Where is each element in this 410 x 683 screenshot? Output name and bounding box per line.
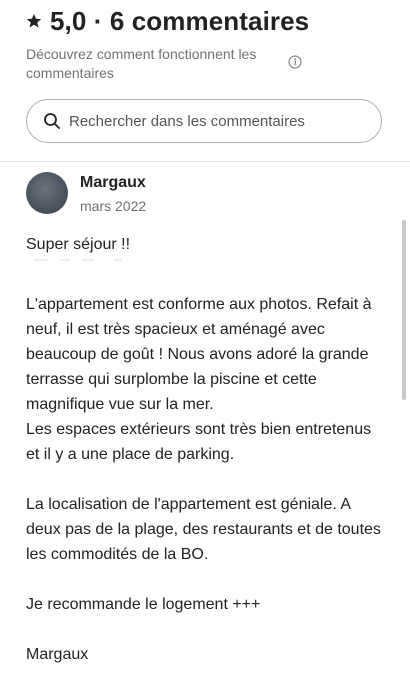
review-paragraph: L'appartement est conforme aux photos. R… <box>26 296 372 463</box>
review-paragraph: Je recommande le logement +++ <box>26 596 261 613</box>
review-signature: Margaux <box>26 646 89 663</box>
review-date: mars 2022 <box>80 198 147 214</box>
avatar[interactable] <box>26 172 68 214</box>
divider <box>0 161 410 162</box>
reviews-header: 5,0 · 6 commentaires <box>26 4 309 38</box>
search-reviews-field[interactable]: Rechercher dans les commentaires <box>26 99 382 143</box>
review-body: Super séjour !! L'appartement est confor… <box>26 232 388 667</box>
reviews-page: 5,0 · 6 commentaires Découvrez comment f… <box>0 0 410 683</box>
review-author-name: Margaux <box>80 174 146 191</box>
rating-summary-title: 5,0 · 6 commentaires <box>50 5 310 36</box>
search-input[interactable]: Rechercher dans les commentaires <box>69 113 305 130</box>
search-icon <box>43 112 61 130</box>
star-icon <box>26 13 42 29</box>
review-paragraph: Super séjour !! <box>26 236 131 253</box>
scrollbar[interactable] <box>402 220 406 400</box>
faint-text-artifact <box>26 257 388 267</box>
info-icon[interactable] <box>288 55 302 69</box>
how-reviews-work-link[interactable]: Découvrez comment fonctionnent les comme… <box>26 45 294 83</box>
review-paragraph: La localisation de l'appartement est gén… <box>26 496 381 563</box>
